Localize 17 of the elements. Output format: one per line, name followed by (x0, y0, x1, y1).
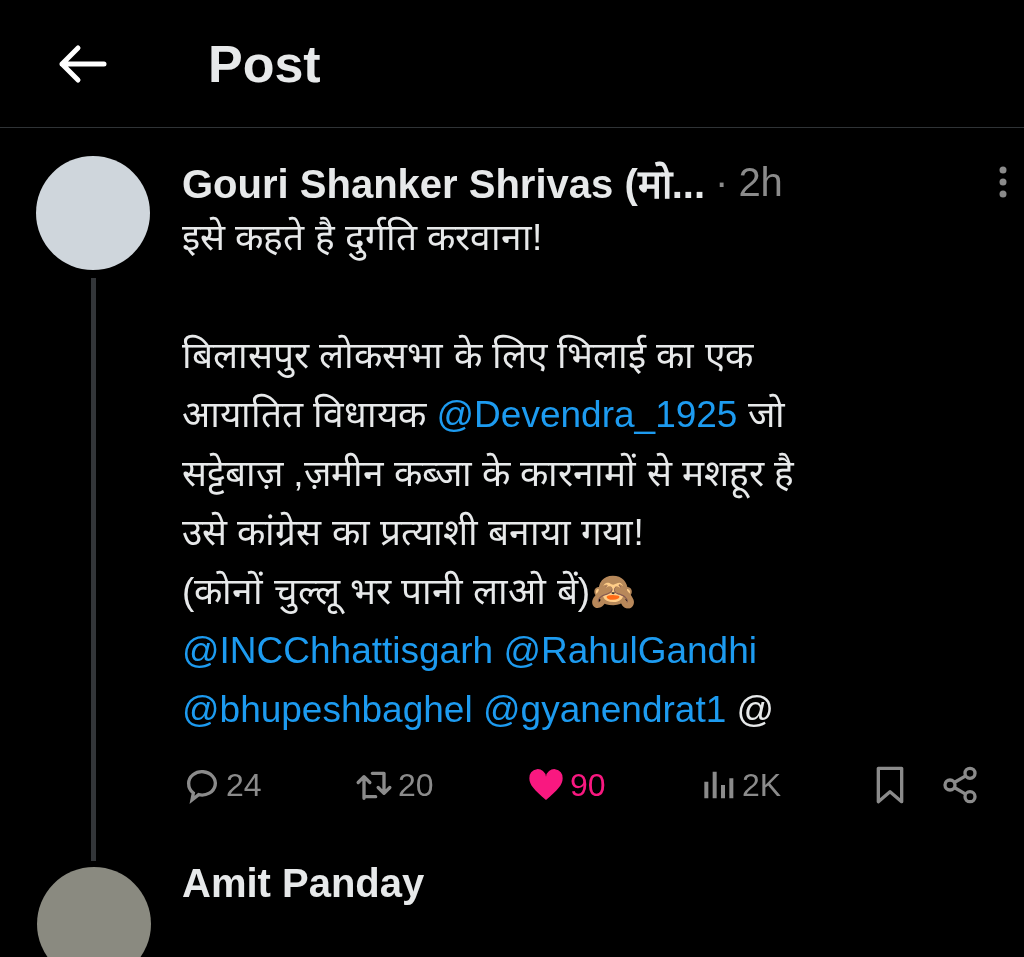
author-name[interactable]: Gouri Shanker Shrivas (मो... (182, 154, 706, 210)
post-text: इसे कहते है दुर्गति करवाना! बिलासपुर लोकसभा के लिए भिलाई का एक आयातित विधायक @Devendra_1925 जो सट्टेबाज़ ,ज़मीन कब्जा के कारनामों से मशहूर है उसे कांग्रेस का प्रत्याशी बनाया गया! (कोनों चुल्लू भर पानी लाओ बें)🙈 @INCChhattisgarh @RahulGandhi @bhupeshbaghel @gyanendrat1 @ (182, 215, 796, 732)
mention-link[interactable]: @gyanendrat1 (483, 689, 727, 730)
author-name[interactable]: Amit Panday (182, 861, 425, 957)
mention-link[interactable]: @RahulGandhi (503, 630, 757, 671)
share-button[interactable] (940, 765, 980, 805)
page-title: Post (208, 33, 321, 94)
share-icon (940, 765, 980, 805)
repost-button[interactable]: 20 (354, 765, 526, 805)
views-button[interactable]: 2K (698, 765, 870, 805)
reply-button[interactable]: 24 (182, 765, 354, 805)
like-button[interactable]: 90 (526, 765, 698, 805)
post-time: 2h (738, 159, 783, 205)
mention-link[interactable]: @INCChhattisgarh (182, 630, 494, 671)
separator-dot: · (715, 159, 729, 205)
mention-link[interactable]: @Devendra_1925 (436, 394, 738, 435)
mention-link[interactable]: @bhupeshbaghel (182, 689, 473, 730)
